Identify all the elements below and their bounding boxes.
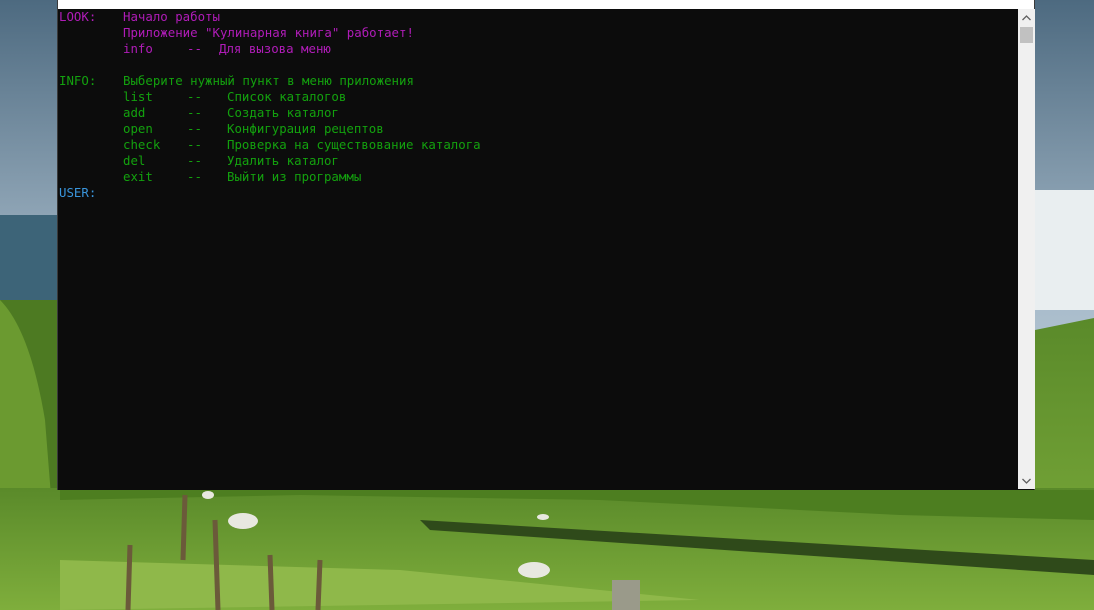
command-description: Для вызова меню xyxy=(219,41,331,56)
console-window[interactable]: LOOK: Начало работы Приложение "Кулинарна… xyxy=(57,0,1035,490)
user-prompt[interactable]: USER: xyxy=(59,185,1017,201)
command-separator: -- xyxy=(187,169,202,184)
log-text: Начало работы xyxy=(123,9,220,24)
command-separator: -- xyxy=(187,121,202,136)
command-separator: -- xyxy=(187,41,202,56)
command-separator: -- xyxy=(187,153,202,168)
console-line-info-hint: info -- Для вызова меню xyxy=(59,41,1017,57)
command-name: open xyxy=(123,121,153,136)
log-tag-look: LOOK: xyxy=(59,9,97,24)
chevron-up-icon[interactable] xyxy=(1018,9,1035,26)
log-text: Выберите нужный пункт в меню приложения xyxy=(123,73,414,88)
command-name: check xyxy=(123,137,161,152)
console-output[interactable]: LOOK: Начало работы Приложение "Кулинарна… xyxy=(59,9,1017,489)
log-text: Приложение "Кулинарная книга" работает! xyxy=(123,25,414,40)
command-separator: -- xyxy=(187,105,202,120)
command-separator: -- xyxy=(187,89,202,104)
command-name: exit xyxy=(123,169,153,184)
menu-item-del: del -- Удалить каталог xyxy=(59,153,1017,169)
menu-list: list -- Список каталогов add -- Создать катал… xyxy=(59,89,1017,185)
menu-item-exit: exit -- Выйти из программы xyxy=(59,169,1017,185)
log-tag-info: INFO: xyxy=(59,73,97,88)
command-description: Удалить каталог xyxy=(227,153,339,168)
console-line-look: LOOK: Начало работы xyxy=(59,9,1017,25)
console-line-info: INFO: Выберите нужный пункт в меню прилож… xyxy=(59,73,1017,89)
command-description: Список каталогов xyxy=(227,89,347,104)
window-titlebar[interactable] xyxy=(58,0,1034,9)
menu-item-open: open -- Конфигурация рецептов xyxy=(59,121,1017,137)
menu-item-list: list -- Список каталогов xyxy=(59,89,1017,105)
command-description: Проверка на существование каталога xyxy=(227,137,481,152)
command-description: Конфигурация рецептов xyxy=(227,121,384,136)
prompt-label: USER: xyxy=(59,185,97,200)
vertical-scrollbar[interactable] xyxy=(1018,9,1035,489)
command-name: list xyxy=(123,89,153,104)
menu-item-add: add -- Создать каталог xyxy=(59,105,1017,121)
menu-item-check: check -- Проверка на существование каталог… xyxy=(59,137,1017,153)
command-name: info xyxy=(123,41,153,56)
command-description: Выйти из программы xyxy=(227,169,362,184)
chevron-down-icon[interactable] xyxy=(1018,472,1035,489)
command-description: Создать каталог xyxy=(227,105,339,120)
scrollbar-thumb[interactable] xyxy=(1020,27,1033,43)
command-name: del xyxy=(123,153,146,168)
console-line: Приложение "Кулинарная книга" работает! xyxy=(59,25,1017,41)
command-separator: -- xyxy=(187,137,202,152)
command-name: add xyxy=(123,105,146,120)
